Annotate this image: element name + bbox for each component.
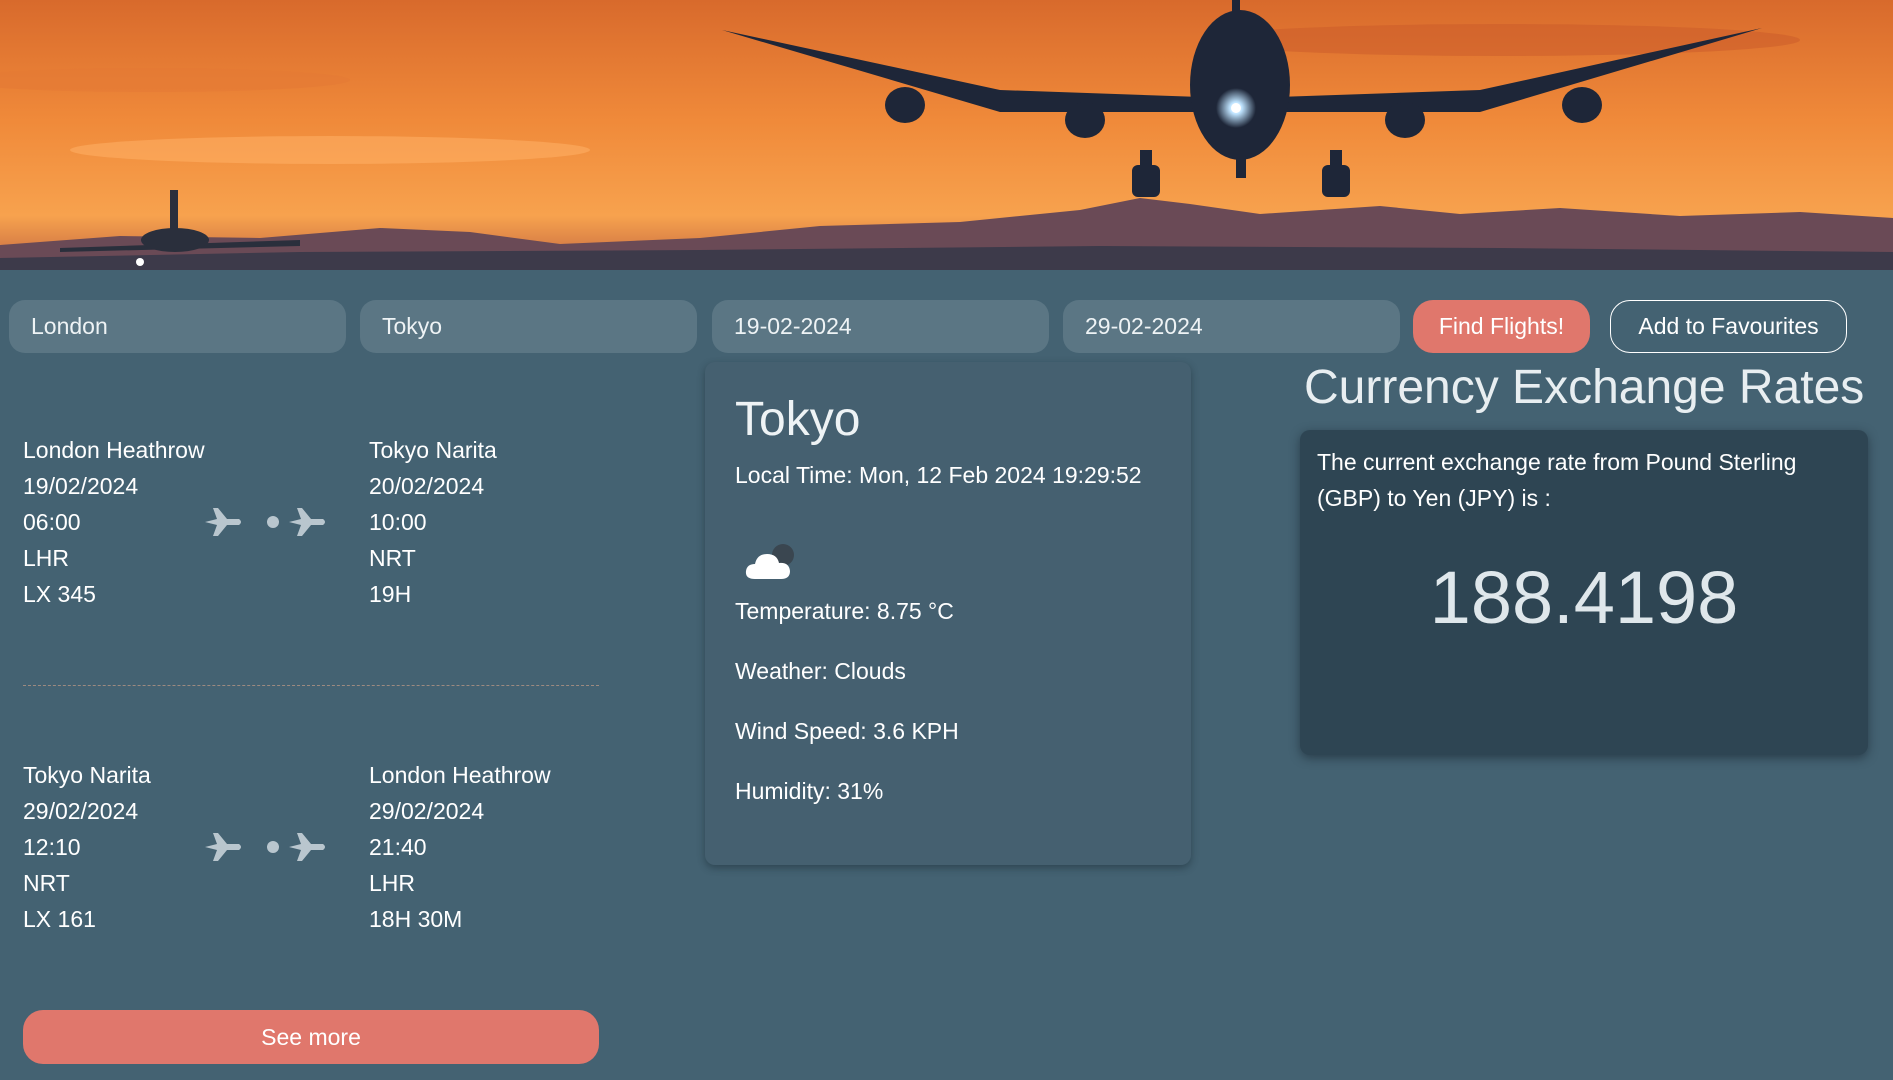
add-to-favourites-button[interactable]: Add to Favourites <box>1610 300 1847 353</box>
departure-time: 06:00 <box>23 509 81 535</box>
flight-duration: 19H <box>369 581 412 607</box>
weather-card: Tokyo Local Time: Mon, 12 Feb 2024 19:29… <box>705 362 1191 865</box>
flight-duration: 18H 30M <box>369 906 463 932</box>
departure-details: London Heathrow 19/02/2024 06:00 LHR LX … <box>23 432 205 612</box>
weather-city: Tokyo <box>735 393 861 446</box>
departure-code: LHR <box>23 545 70 571</box>
return-date-input[interactable]: 29-02-2024 <box>1063 300 1400 353</box>
currency-title: Currency Exchange Rates <box>1304 361 1865 414</box>
humidity-text: Humidity: 31% <box>735 778 884 804</box>
departure-airport: London Heathrow <box>23 437 205 463</box>
arrival-code: LHR <box>369 870 416 896</box>
route-icon-group <box>203 504 343 540</box>
exchange-rate-value: 188.4198 <box>1429 556 1739 639</box>
departure-code: NRT <box>23 870 70 896</box>
departure-date: 29/02/2024 <box>23 798 139 824</box>
route-icon-group <box>203 829 343 865</box>
conditions-text: Weather: Clouds <box>735 658 906 684</box>
origin-input[interactable]: London <box>9 300 346 353</box>
arrival-details: London Heathrow 29/02/2024 21:40 LHR 18H… <box>369 757 551 937</box>
arrival-time: 10:00 <box>369 509 427 535</box>
depart-date-input[interactable]: 19-02-2024 <box>712 300 1049 353</box>
arrival-date: 20/02/2024 <box>369 473 485 499</box>
arrival-date: 29/02/2024 <box>369 798 485 824</box>
departure-airport: Tokyo Narita <box>23 762 151 788</box>
arrival-code: NRT <box>369 545 416 571</box>
see-more-button[interactable]: See more <box>23 1010 599 1064</box>
airplane-icon <box>205 833 241 861</box>
cloud-icon <box>743 537 803 587</box>
wind-speed-text: Wind Speed: 3.6 KPH <box>735 718 959 744</box>
local-time: Local Time: Mon, 12 Feb 2024 19:29:52 <box>735 462 1142 488</box>
arrival-details: Tokyo Narita 20/02/2024 10:00 NRT 19H <box>369 432 497 612</box>
flight-number: LX 161 <box>23 906 96 932</box>
arrival-airport: London Heathrow <box>369 762 551 788</box>
exchange-rate-card: The current exchange rate from Pound Ste… <box>1300 430 1868 755</box>
hero-banner-image <box>0 0 1893 270</box>
dot-icon <box>267 841 279 853</box>
airplane-icon <box>205 508 241 536</box>
flight-divider <box>23 685 599 686</box>
flight-card: Tokyo Narita 29/02/2024 12:10 NRT LX 161… <box>23 757 599 937</box>
arrival-airport: Tokyo Narita <box>369 437 497 463</box>
dot-icon <box>267 516 279 528</box>
departure-details: Tokyo Narita 29/02/2024 12:10 NRT LX 161 <box>23 757 151 937</box>
airplane-icon <box>289 508 325 536</box>
find-flights-button[interactable]: Find Flights! <box>1413 300 1590 353</box>
temperature-text: Temperature: 8.75 °C <box>735 598 954 624</box>
departure-time: 12:10 <box>23 834 81 860</box>
arrival-time: 21:40 <box>369 834 427 860</box>
airplane-icon <box>289 833 325 861</box>
flight-number: LX 345 <box>23 581 96 607</box>
destination-input[interactable]: Tokyo <box>360 300 697 353</box>
flight-card: London Heathrow 19/02/2024 06:00 LHR LX … <box>23 432 599 612</box>
departure-date: 19/02/2024 <box>23 473 139 499</box>
exchange-rate-description: The current exchange rate from Pound Ste… <box>1317 449 1797 511</box>
